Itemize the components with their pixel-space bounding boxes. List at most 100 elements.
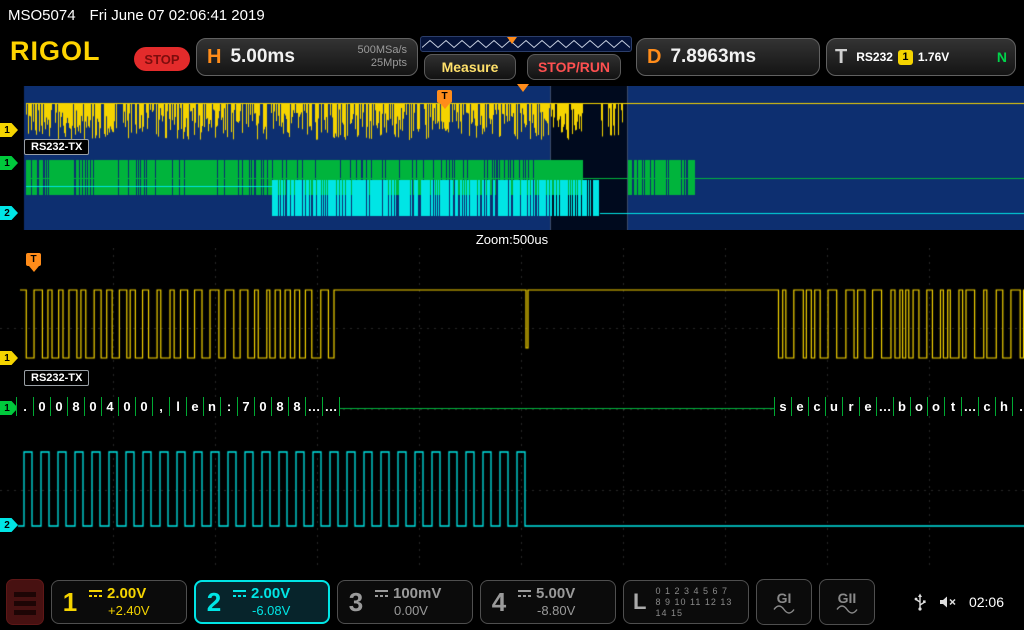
trigger-box[interactable]: T RS232 1 1.76V N bbox=[826, 38, 1016, 76]
zoom-waveform-area: T 1 RS232-TX 1 .0080400,len:7088…… secur… bbox=[0, 248, 1024, 570]
decode-byte: 0 bbox=[85, 397, 102, 416]
channel-offset: +2.40V bbox=[89, 603, 150, 619]
rs232-decode-right: secure…boot…ch. bbox=[774, 397, 1024, 416]
decode-byte: c bbox=[979, 397, 996, 416]
run-state-badge: STOP bbox=[134, 47, 190, 71]
decode-byte: r bbox=[843, 397, 860, 416]
decode-byte: 0 bbox=[255, 397, 272, 416]
channel-3-box[interactable]: 3 100mV0.00V bbox=[337, 580, 473, 624]
trigger-level: 1.76V bbox=[918, 50, 949, 64]
waveform-preview-icon bbox=[422, 38, 630, 50]
h-tag: H bbox=[207, 46, 221, 69]
generator2-label: GII bbox=[838, 591, 857, 605]
decode-byte: e bbox=[792, 397, 809, 416]
header: RIGOL STOP H 5.00ms 500MSa/s 25Mpts Meas… bbox=[0, 30, 1024, 84]
decode-byte: : bbox=[221, 397, 238, 416]
measure-button[interactable]: Measure bbox=[424, 54, 516, 80]
channel-number: 3 bbox=[346, 587, 366, 618]
model-name: MSO5074 bbox=[8, 7, 76, 24]
decode-byte: 0 bbox=[51, 397, 68, 416]
logic-row2: 8 9 10 11 12 13 14 15 bbox=[655, 597, 739, 619]
trigger-position-icon bbox=[507, 37, 517, 49]
decode-byte: … bbox=[306, 397, 323, 416]
bottom-status-bar: 12.00V+2.40V22.00V-6.08V3100mV0.00V45.00… bbox=[0, 574, 1024, 630]
decode-byte: l bbox=[170, 397, 187, 416]
overview-waveform-area: T 1 RS232-TX 1 2 bbox=[0, 86, 1024, 230]
datetime: Fri June 07 02:06:41 2019 bbox=[90, 7, 265, 24]
trigger-time-tag[interactable]: T bbox=[437, 90, 452, 103]
coupling-icon bbox=[89, 590, 102, 598]
decode-byte: 0 bbox=[136, 397, 153, 416]
speaker-mute-icon bbox=[939, 595, 957, 609]
memory-depth: 25Mpts bbox=[371, 57, 407, 69]
rigol-logo: RIGOL bbox=[10, 36, 101, 67]
decode-byte: s bbox=[775, 397, 792, 416]
decode-byte: , bbox=[153, 397, 170, 416]
channel-scale: 2.00V bbox=[233, 585, 290, 603]
stop-run-button[interactable]: STOP/RUN bbox=[527, 54, 621, 80]
channel-scale: 2.00V bbox=[89, 585, 150, 603]
zoom-trigger-time-tag[interactable]: T bbox=[26, 253, 41, 266]
decode-bus-label: RS232-TX bbox=[24, 139, 89, 155]
decode-byte: 7 bbox=[238, 397, 255, 416]
decode-byte: e bbox=[860, 397, 877, 416]
delay-value: 7.8963ms bbox=[670, 46, 756, 68]
channel-number: 4 bbox=[489, 587, 509, 618]
decode-byte: 8 bbox=[289, 397, 306, 416]
decode-byte: 8 bbox=[272, 397, 289, 416]
zoom-decode-bus-label: RS232-TX bbox=[24, 370, 89, 386]
rs232-decode-left: .0080400,len:7088…… bbox=[16, 397, 340, 416]
decode-byte: n bbox=[204, 397, 221, 416]
channel-number: 2 bbox=[204, 587, 224, 618]
channel-1-box[interactable]: 1 2.00V+2.40V bbox=[51, 580, 187, 624]
decode-byte: … bbox=[962, 397, 979, 416]
sine-wave-icon bbox=[836, 605, 858, 614]
zoom-scale-label: Zoom:500us bbox=[0, 232, 1024, 247]
timebase-value: 5.00ms bbox=[230, 46, 294, 68]
clock: 02:06 bbox=[969, 594, 1004, 610]
sample-rate: 500MSa/s bbox=[357, 44, 407, 56]
usb-icon bbox=[913, 593, 927, 611]
horizontal-timebase-box[interactable]: H 5.00ms 500MSa/s 25Mpts bbox=[196, 38, 418, 76]
decode-byte: h bbox=[996, 397, 1013, 416]
trigger-source-badge: 1 bbox=[898, 50, 913, 65]
oscilloscope-screen: MSO5074 Fri June 07 02:06:41 2019 RIGOL … bbox=[0, 0, 1024, 630]
decode-byte: … bbox=[323, 397, 340, 416]
generator1-label: GI bbox=[777, 591, 792, 605]
t-tag: T bbox=[835, 46, 847, 69]
timebase-position-indicator bbox=[420, 36, 632, 52]
title-bar: MSO5074 Fri June 07 02:06:41 2019 bbox=[0, 0, 1024, 30]
decode-byte: 8 bbox=[68, 397, 85, 416]
decode-byte: o bbox=[911, 397, 928, 416]
decode-byte: . bbox=[17, 397, 34, 416]
channel-scale: 100mV bbox=[375, 585, 441, 603]
coupling-icon bbox=[375, 590, 388, 598]
channel-4-box[interactable]: 45.00V-8.80V bbox=[480, 580, 616, 624]
generator1-box[interactable]: GI bbox=[756, 579, 812, 625]
overview-waveform-canvas bbox=[0, 86, 1024, 230]
decode-byte: b bbox=[894, 397, 911, 416]
channel-offset: 0.00V bbox=[375, 603, 441, 619]
decode-byte: t bbox=[945, 397, 962, 416]
decode-byte: . bbox=[1013, 397, 1024, 416]
trigger-slope: N bbox=[997, 49, 1007, 65]
trigger-type: RS232 bbox=[856, 50, 893, 64]
channel-2-box[interactable]: 2 2.00V-6.08V bbox=[194, 580, 330, 624]
channel-scale: 5.00V bbox=[518, 585, 575, 603]
decode-byte: e bbox=[187, 397, 204, 416]
logic-channels-box[interactable]: L 0 1 2 3 4 5 6 7 8 9 10 11 12 13 14 15 bbox=[623, 580, 749, 624]
decode-byte: u bbox=[826, 397, 843, 416]
generator2-box[interactable]: GII bbox=[819, 579, 875, 625]
zoom-center-marker-icon[interactable] bbox=[517, 84, 529, 98]
decode-byte: c bbox=[809, 397, 826, 416]
decode-byte: … bbox=[877, 397, 894, 416]
coupling-icon bbox=[518, 590, 531, 598]
channel-number: 1 bbox=[60, 587, 80, 618]
sine-wave-icon bbox=[773, 605, 795, 614]
logic-tag: L bbox=[633, 589, 646, 615]
channel-offset: -6.08V bbox=[233, 603, 290, 619]
menu-icon[interactable] bbox=[6, 579, 44, 625]
decode-byte: 0 bbox=[34, 397, 51, 416]
decode-byte: 0 bbox=[119, 397, 136, 416]
delay-box[interactable]: D 7.8963ms bbox=[636, 38, 820, 76]
